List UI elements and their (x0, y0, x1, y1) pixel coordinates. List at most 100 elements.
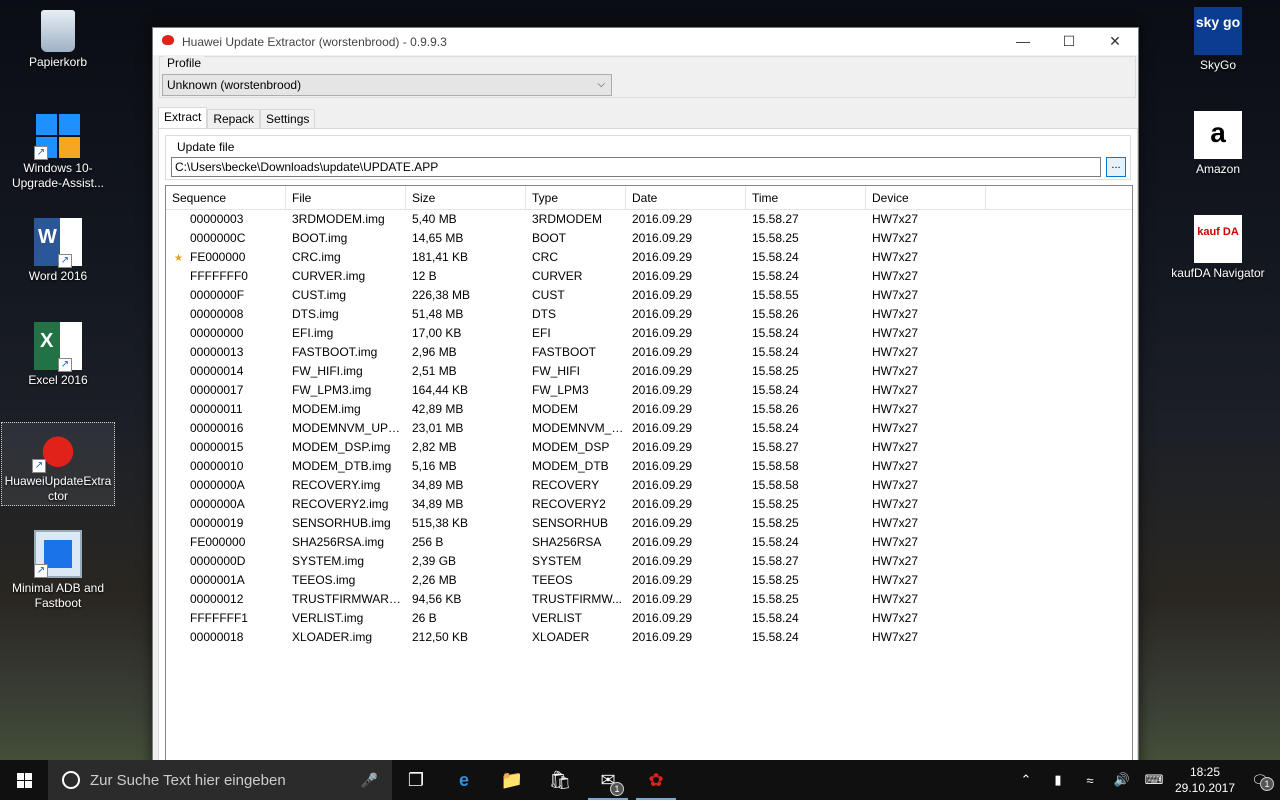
table-cell-size: 34,89 MB (412, 478, 464, 492)
explorer-taskbar-button[interactable]: 📁 (488, 760, 536, 800)
tab-settings[interactable]: Settings (260, 109, 316, 129)
table-cell-date: 2016.09.29 (632, 573, 693, 587)
profile-select[interactable]: Unknown (worstenbrood) ⌵ (162, 74, 612, 96)
sequence-value: 00000011 (190, 402, 243, 416)
minimize-button[interactable]: — (1000, 28, 1046, 55)
desktop-icon-minimal-adb[interactable]: ↗ Minimal ADB and Fastboot (1, 530, 115, 611)
table-cell-device: HW7x27 (872, 554, 919, 568)
file-list[interactable]: Sequence File Size Type Date Time Device… (165, 185, 1133, 769)
desktop-icon-kaufda[interactable]: kauf DA kaufDA Navigator (1161, 215, 1275, 281)
store-taskbar-button[interactable]: 🛍 (536, 760, 584, 800)
column-header-type[interactable]: Type (526, 186, 626, 209)
recycle-bin-icon (41, 10, 75, 52)
microphone-icon[interactable]: 🎤 (361, 772, 378, 789)
app-window: Huawei Update Extractor (worstenbrood) -… (152, 27, 1139, 769)
column-header-device[interactable]: Device (866, 186, 986, 209)
table-row[interactable]: 00000010 MODEM_DTB.img 5,16 MB MODEM_DTB 201… (166, 457, 1132, 476)
table-cell-type: MODEM_DSP (532, 440, 610, 454)
clock[interactable]: 18:25 29.10.2017 (1170, 764, 1240, 796)
column-header-size[interactable]: Size (406, 186, 526, 209)
desktop-icon-recycle-bin[interactable]: Papierkorb (1, 10, 115, 70)
keyboard-icon[interactable]: ⌨ (1138, 772, 1170, 788)
table-cell-time: 15.58.25 (752, 231, 799, 245)
table-cell-type: FASTBOOT (532, 345, 597, 359)
table-row[interactable]: FE000000 SHA256RSA.img 256 B SHA256RSA 2016.… (166, 533, 1132, 552)
table-row[interactable]: 0000000A RECOVERY2.img 34,89 MB RECOVERY2 20… (166, 495, 1132, 514)
column-header-sequence[interactable]: Sequence (166, 186, 286, 209)
volume-icon[interactable]: 🔊 (1106, 772, 1138, 788)
desktop-icon-amazon[interactable]: a Amazon (1161, 111, 1275, 177)
table-row[interactable]: 00000019 SENSORHUB.img 515,38 KB SENSORHUB 2… (166, 514, 1132, 533)
title-bar[interactable]: Huawei Update Extractor (worstenbrood) -… (153, 28, 1138, 55)
close-button[interactable]: ✕ (1092, 28, 1138, 55)
column-header-time[interactable]: Time (746, 186, 866, 209)
desktop-icon-skygo[interactable]: sky go SkyGo (1161, 7, 1275, 73)
table-row[interactable]: 0000000F CUST.img 226,38 MB CUST 2016.09.29 1… (166, 286, 1132, 305)
table-cell-seq: 0000000C (166, 229, 286, 248)
mail-taskbar-button[interactable]: ✉ 1 (584, 760, 632, 800)
table-row[interactable]: 00000013 FASTBOOT.img 2,96 MB FASTBOOT 2016.… (166, 343, 1132, 362)
table-cell-file: DTS.img (292, 307, 339, 321)
table-row[interactable]: 00000011 MODEM.img 42,89 MB MODEM 2016.09.29… (166, 400, 1132, 419)
table-row[interactable]: FFFFFFF1 VERLIST.img 26 B VERLIST 2016.09.29… (166, 609, 1132, 628)
table-row[interactable]: 0000000A RECOVERY.img 34,89 MB RECOVERY 2016… (166, 476, 1132, 495)
table-cell-file: MODEM.img (292, 402, 361, 416)
amazon-icon: a (1194, 111, 1242, 159)
desktop-icon-windows-upgrade[interactable]: ↗ Windows 10-Upgrade-Assist... (1, 114, 115, 191)
table-cell-type: RECOVERY2 (532, 497, 606, 511)
tab-extract[interactable]: Extract (158, 107, 208, 129)
table-row[interactable]: 00000016 MODEMNVM_UPD... 23,01 MB MODEMNVM_… (166, 419, 1132, 438)
table-cell-date: 2016.09.29 (632, 459, 693, 473)
table-row[interactable]: 00000017 FW_LPM3.img 164,44 KB FW_LPM3 2016.… (166, 381, 1132, 400)
table-row[interactable]: 0000001A TEEOS.img 2,26 MB TEEOS 2016.09.29 1… (166, 571, 1132, 590)
wifi-icon[interactable]: ≈ (1074, 773, 1106, 788)
column-header-date[interactable]: Date (626, 186, 746, 209)
table-cell-type: SHA256RSA (532, 535, 602, 549)
update-file-path-input[interactable]: C:\Users\becke\Downloads\update\UPDATE.A… (171, 157, 1101, 177)
table-row[interactable]: 00000014 FW_HIFI.img 2,51 MB FW_HIFI 2016.09… (166, 362, 1132, 381)
huawei-taskbar-button[interactable]: ✿ (632, 760, 680, 800)
table-cell-size: 256 B (412, 535, 444, 549)
desktop-icon-word-2016[interactable]: W ↗ Word 2016 (1, 218, 115, 284)
table-cell-size: 5,16 MB (412, 459, 457, 473)
table-cell-device: HW7x27 (872, 345, 919, 359)
table-cell-time: 15.58.25 (752, 516, 799, 530)
table-cell-seq: 00000017 (166, 381, 286, 400)
table-cell-file: XLOADER.img (292, 630, 373, 644)
taskbar-search[interactable]: Zur Suche Text hier eingeben 🎤 (48, 760, 392, 800)
table-row[interactable]: 00000000 EFI.img 17,00 KB EFI 2016.09.29 15.5… (166, 324, 1132, 343)
table-cell-device: HW7x27 (872, 478, 919, 492)
desktop-icon-label: Windows 10-Upgrade-Assist... (11, 161, 105, 190)
table-row[interactable]: 0000000C BOOT.img 14,65 MB BOOT 2016.09.29 15… (166, 229, 1132, 248)
show-hidden-icons-chevron-icon[interactable]: ⌃ (1010, 772, 1042, 788)
edge-taskbar-button[interactable]: e (440, 760, 488, 800)
table-row[interactable]: 00000015 MODEM_DSP.img 2,82 MB MODEM_DSP 201… (166, 438, 1132, 457)
battery-icon[interactable]: ▮ (1042, 772, 1074, 788)
browse-button[interactable]: ... (1106, 157, 1126, 177)
tab-repack[interactable]: Repack (207, 109, 261, 129)
table-cell-type: BOOT (532, 231, 567, 245)
column-header-file[interactable]: File (286, 186, 406, 209)
action-center-button[interactable]: 🗨 1 (1240, 772, 1280, 791)
desktop-icon-excel-2016[interactable]: X ↗ Excel 2016 (1, 322, 115, 388)
table-row[interactable]: 0000000D SYSTEM.img 2,39 GB SYSTEM 2016.09.2… (166, 552, 1132, 571)
table-cell-size: 181,41 KB (412, 250, 469, 264)
maximize-button[interactable]: ☐ (1046, 28, 1092, 55)
table-cell-seq: 00000012 (166, 590, 286, 609)
sequence-value: 0000000C (190, 231, 246, 245)
table-row[interactable]: 00000012 TRUSTFIRMWARE.... 94,56 KB TRUSTFI… (166, 590, 1132, 609)
table-cell-seq: 00000008 (166, 305, 286, 324)
desktop-icon-huawei-update-extractor[interactable]: ↗ HuaweiUpdateExtractor (1, 422, 115, 506)
table-cell-type: TEEOS (532, 573, 573, 587)
task-view-button[interactable]: ❐ (392, 760, 440, 800)
table-row[interactable]: FFFFFFF0 CURVER.img 12 B CURVER 2016.09.29 15… (166, 267, 1132, 286)
table-row[interactable]: 00000018 XLOADER.img 212,50 KB XLOADER 2016.… (166, 628, 1132, 647)
table-cell-seq: 00000015 (166, 438, 286, 457)
table-row[interactable]: 00000003 3RDMODEM.img 5,40 MB 3RDMODEM 2016.… (166, 210, 1132, 229)
table-row[interactable]: 00000008 DTS.img 51,48 MB DTS 2016.09.29 15.5… (166, 305, 1132, 324)
start-button[interactable] (0, 760, 48, 800)
sequence-value: 0000001A (190, 573, 245, 587)
notification-badge: 1 (1260, 776, 1274, 791)
desktop-icon-label: Papierkorb (28, 55, 88, 69)
table-row[interactable]: ★ FE000000 CRC.img 181,41 KB CRC 2016.09.29 15… (166, 248, 1132, 267)
